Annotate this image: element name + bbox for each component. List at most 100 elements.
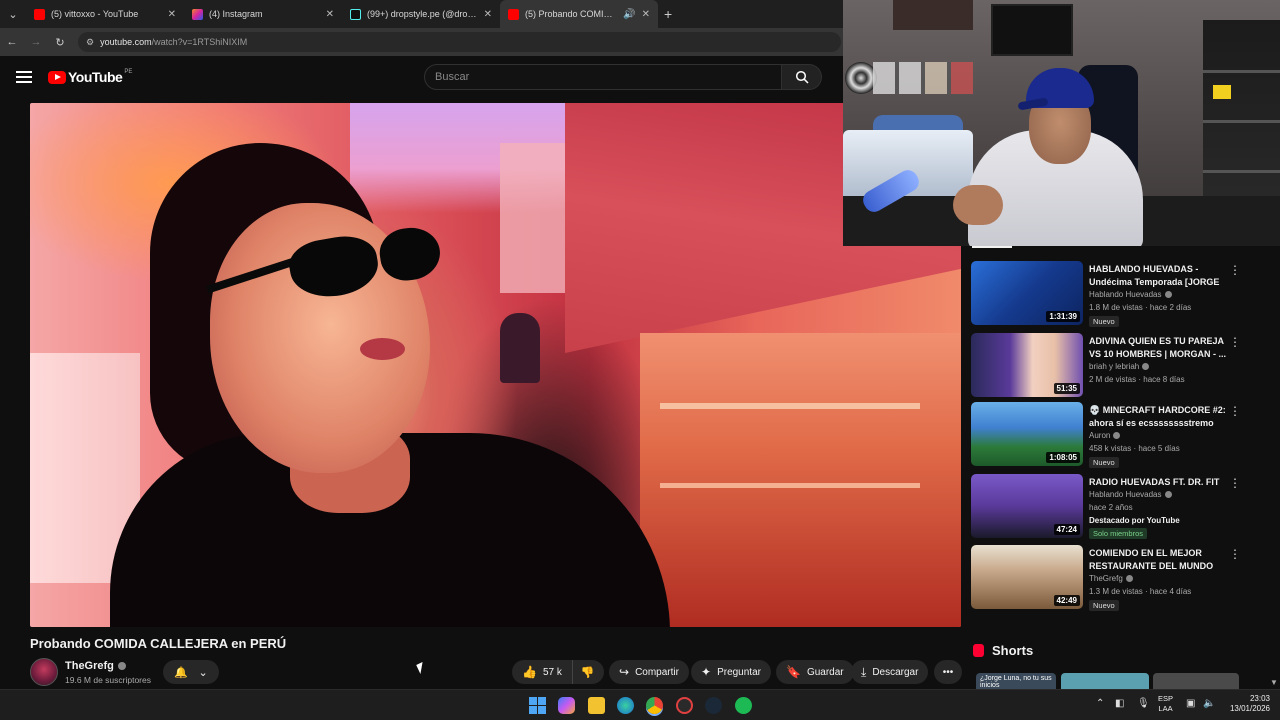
bookmark-icon: 🔖 (786, 665, 801, 679)
short-thumbnail[interactable] (1061, 673, 1149, 689)
rec-title[interactable]: COMIENDO EN EL MEJOR RESTAURANTE DEL MUN… (1089, 547, 1227, 573)
site-info-icon[interactable]: ⚙ (86, 37, 94, 48)
more-vertical-icon[interactable]: ⋮ (1229, 404, 1241, 418)
video-thumbnail[interactable]: 1:08:05 (971, 402, 1083, 466)
tab-youtube-vittoxxo[interactable]: (5) vittoxxo - YouTube ✕ (26, 0, 184, 28)
youtube-play-logo-icon (48, 70, 66, 84)
scroll-down-icon[interactable]: ▼ (1270, 678, 1278, 687)
reload-icon[interactable]: ↻ (48, 36, 72, 49)
verified-icon (1113, 432, 1121, 440)
rec-channel[interactable]: Hablando Huevadas (1089, 490, 1172, 499)
youtube-favicon-icon (508, 8, 519, 20)
subscriber-count: 19.6 M de suscriptores (65, 675, 151, 685)
tab-title: (4) Instagram (209, 9, 263, 19)
video-thumbnail[interactable]: 1:31:39 (971, 261, 1083, 325)
tab-instagram[interactable]: (4) Instagram ✕ (184, 0, 342, 28)
rec-channel[interactable]: briah y lebriah (1089, 362, 1150, 371)
windows-start-icon[interactable] (529, 697, 546, 714)
obs-icon[interactable] (676, 697, 693, 714)
network-icon[interactable]: ▣ (1186, 698, 1195, 709)
close-tab-icon[interactable]: ✕ (326, 9, 334, 20)
dislike-button[interactable]: 👎 (573, 660, 603, 684)
clock[interactable]: 23:03 13/01/2026 (1224, 694, 1270, 714)
rec-video[interactable]: 51:35 ADIVINA QUIEN ES TU PAREJA VS 10 H… (971, 333, 1241, 397)
copilot-icon[interactable] (558, 697, 575, 714)
download-button[interactable]: ⤓ Descargar (851, 660, 929, 684)
tray-chevron-up-icon[interactable]: ⌃ (1096, 698, 1104, 709)
more-vertical-icon[interactable]: ⋮ (1229, 263, 1241, 277)
youtube-logo[interactable]: YouTube PE (48, 69, 132, 85)
save-label: Guardar (806, 666, 844, 678)
rec-video[interactable]: 1:31:39 HABLANDO HUEVADAS - Undécima Tem… (971, 261, 1241, 327)
short-thumbnail[interactable] (1153, 673, 1239, 689)
close-tab-icon[interactable]: ✕ (168, 9, 176, 20)
channel-avatar[interactable] (30, 658, 58, 686)
file-explorer-icon[interactable] (588, 697, 605, 714)
youtube-favicon-icon (34, 8, 45, 20)
new-badge: Nuevo (1089, 457, 1119, 468)
rec-title[interactable]: HABLANDO HUEVADAS - Undécima Temporada [… (1089, 263, 1227, 289)
language-sub: LAA (1158, 704, 1173, 713)
rec-title[interactable]: ADIVINA QUIEN ES TU PAREJA VS 10 HOMBRES… (1089, 335, 1227, 361)
subscription-bell-button[interactable]: 🔔 ⌄ (163, 660, 219, 684)
new-tab-plus-icon[interactable]: + (664, 6, 672, 22)
language-indicator[interactable]: ESP LAA (1158, 694, 1173, 714)
instagram-favicon-icon (192, 8, 203, 20)
share-button[interactable]: ↪ Compartir (609, 660, 689, 684)
short-thumbnail[interactable]: ¿Jorge Luna, no tu sus inicios (976, 673, 1056, 689)
rec-video[interactable]: 47:24 RADIO HUEVADAS FT. DR. FIT Habland… (971, 474, 1241, 539)
search-input[interactable]: Buscar (424, 64, 782, 90)
close-tab-icon[interactable]: ✕ (484, 9, 492, 20)
date: 13/01/2026 (1229, 704, 1270, 713)
webcam-overlay (843, 0, 1280, 246)
tab-search-chevron-icon[interactable]: ⌄ (0, 8, 26, 21)
rec-meta: 2 M de vistas · hace 8 días (1089, 375, 1185, 384)
close-tab-icon[interactable]: ✕ (642, 9, 650, 20)
chrome-icon[interactable] (646, 697, 663, 714)
rec-channel[interactable]: TheGrefg (1089, 574, 1133, 583)
edge-icon[interactable] (617, 697, 634, 714)
ask-button[interactable]: ✦ Preguntar (691, 660, 771, 684)
tab-tiktok-dropstyle[interactable]: (99+) dropstyle.pe (@dropstyle ✕ (342, 0, 500, 28)
tab-youtube-active[interactable]: (5) Probando COMIDA CALL 🔊 ✕ (500, 0, 658, 28)
save-button[interactable]: 🔖 Guardar (776, 660, 854, 684)
featured-label: Destacado por YouTube (1089, 516, 1180, 525)
back-arrow-icon[interactable]: ← (0, 36, 24, 48)
rec-video[interactable]: 1:08:05 💀 MINECRAFT HARDCORE #2: ahora s… (971, 402, 1241, 468)
like-count: 57 k (542, 666, 562, 678)
video-title: Probando COMIDA CALLEJERA en PERÚ (30, 636, 287, 651)
more-vertical-icon[interactable]: ⋮ (1229, 335, 1241, 349)
video-player[interactable] (30, 103, 961, 627)
rec-video[interactable]: 42:49 COMIENDO EN EL MEJOR RESTAURANTE D… (971, 545, 1241, 611)
tray-app-icon[interactable]: ◧ (1115, 698, 1124, 709)
steam-icon[interactable] (705, 697, 722, 714)
speaker-icon[interactable]: 🔊 (623, 9, 635, 20)
volume-icon[interactable]: 🔈 (1203, 698, 1215, 709)
rec-channel[interactable]: Hablando Huevadas (1089, 290, 1172, 299)
video-thumbnail[interactable]: 42:49 (971, 545, 1083, 609)
duration: 51:35 (1053, 383, 1080, 394)
rec-channel[interactable]: Auron (1089, 431, 1121, 440)
rec-channel-name: Hablando Huevadas (1089, 290, 1162, 299)
rec-title[interactable]: 💀 MINECRAFT HARDCORE #2: ahora sí es ecs… (1089, 404, 1227, 430)
search-button[interactable] (782, 64, 822, 90)
rec-title[interactable]: RADIO HUEVADAS FT. DR. FIT (1089, 476, 1227, 489)
url-host: youtube.com (100, 37, 152, 47)
new-badge: Nuevo (1089, 600, 1119, 611)
microphone-icon[interactable]: 🎙 (1137, 698, 1150, 709)
like-button[interactable]: 👍 57 k (512, 660, 573, 684)
more-vertical-icon[interactable]: ⋮ (1229, 476, 1241, 490)
more-actions-button[interactable]: ••• (934, 660, 962, 684)
page-scrollbar[interactable]: ▼ (1268, 246, 1280, 689)
duration: 42:49 (1053, 595, 1080, 606)
channel-name-link[interactable]: TheGrefg (65, 660, 126, 672)
bell-icon: 🔔 (174, 666, 188, 679)
video-thumbnail[interactable]: 47:24 (971, 474, 1083, 538)
hamburger-menu-icon[interactable] (16, 71, 32, 83)
video-thumbnail[interactable]: 51:35 (971, 333, 1083, 397)
url-field[interactable]: ⚙ youtube.com/watch?v=1RTShiNIXIM (78, 32, 841, 52)
forward-arrow-icon[interactable]: → (24, 36, 48, 48)
verified-icon (1125, 575, 1133, 583)
spotify-icon[interactable] (735, 697, 752, 714)
more-vertical-icon[interactable]: ⋮ (1229, 547, 1241, 561)
